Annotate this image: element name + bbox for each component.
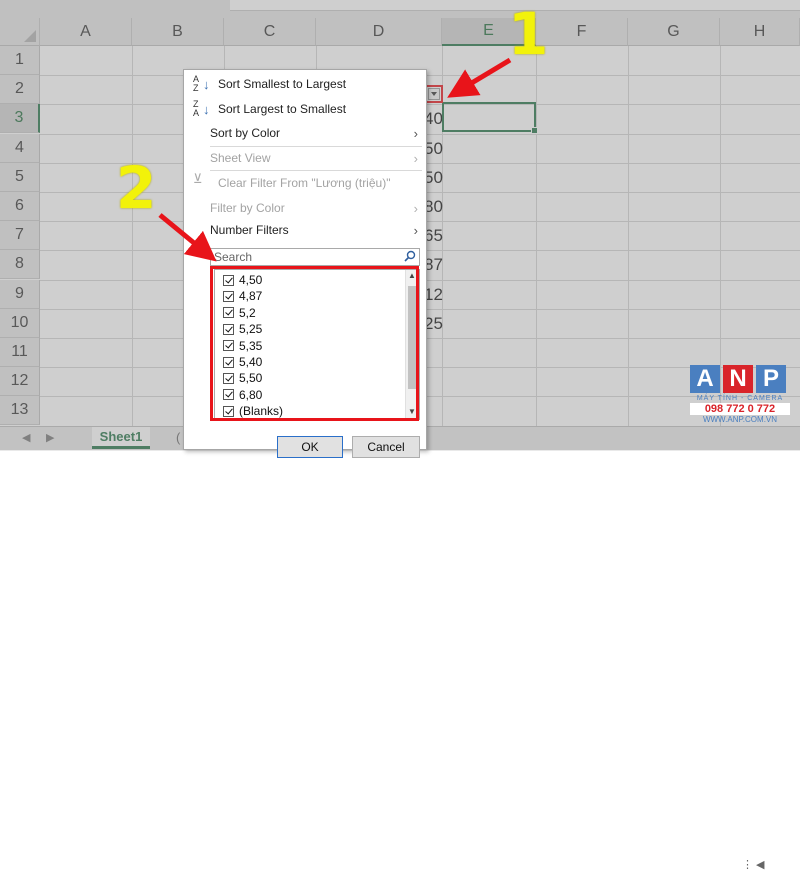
logo-letter: A [690,365,720,393]
step-number-2: 2 [116,154,157,222]
arrow-to-values-list [158,213,217,262]
arrow-to-filter-button [447,57,512,98]
step-number-1: 1 [508,0,549,68]
horizontal-scroll-icon[interactable]: ⋮ ◀ [742,858,765,871]
anp-logo: ANP MÁY TÍNH - CAMERA 098 772 0 772 WWW.… [690,365,790,424]
logo-letter: P [756,365,786,393]
annotation-arrows [158,57,512,262]
logo-letter: N [723,365,753,393]
